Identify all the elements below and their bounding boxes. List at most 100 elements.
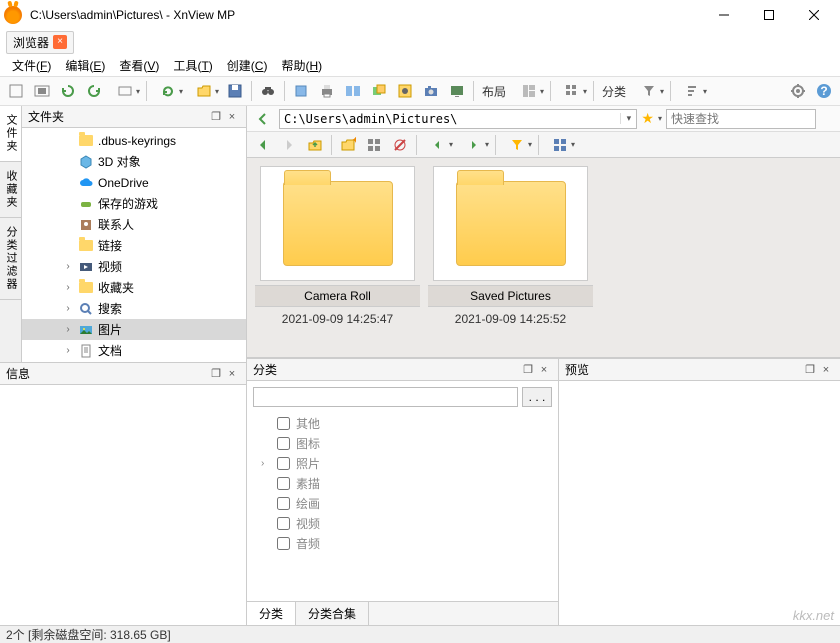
nav-next-icon[interactable] xyxy=(277,133,301,157)
tree-item[interactable]: 保存的游戏 xyxy=(22,193,246,214)
address-input[interactable] xyxy=(280,112,620,126)
category-checkbox[interactable] xyxy=(277,517,290,530)
filter-dropdown[interactable] xyxy=(500,133,534,157)
expand-icon[interactable]: › xyxy=(62,261,74,272)
folder-tree[interactable]: .dbus-keyrings3D 对象OneDrive保存的游戏联系人链接›视频… xyxy=(22,128,246,362)
category-checkbox[interactable] xyxy=(277,437,290,450)
menu-create[interactable]: 创建(C) xyxy=(221,55,274,76)
tree-item[interactable]: ›图片 xyxy=(22,319,246,340)
capture-icon[interactable] xyxy=(419,79,443,103)
category-checkbox[interactable] xyxy=(277,497,290,510)
rotate-left-icon[interactable] xyxy=(56,79,80,103)
category-item[interactable]: ›照片 xyxy=(261,453,552,473)
category-more-button[interactable]: . . . xyxy=(522,387,552,407)
sidetab-favorites[interactable]: 收藏夹 xyxy=(0,162,21,218)
convert-icon[interactable] xyxy=(367,79,391,103)
layout-dropdown[interactable] xyxy=(512,79,546,103)
grid-view-icon[interactable] xyxy=(362,133,386,157)
category-checkbox[interactable] xyxy=(277,417,290,430)
fit-image-icon[interactable] xyxy=(30,79,54,103)
category-dropdown[interactable] xyxy=(632,79,666,103)
open-dropdown[interactable] xyxy=(187,79,221,103)
print-icon[interactable] xyxy=(315,79,339,103)
category-item[interactable]: 绘画 xyxy=(261,493,552,513)
tree-item[interactable]: 3D 对象 xyxy=(22,151,246,172)
tree-item[interactable]: .dbus-keyrings xyxy=(22,130,246,151)
pane-close-icon[interactable]: × xyxy=(224,366,240,382)
maximize-button[interactable] xyxy=(746,1,791,29)
minimize-button[interactable] xyxy=(701,1,746,29)
favorite-star-icon[interactable]: ★ xyxy=(641,110,654,127)
category-item[interactable]: 视频 xyxy=(261,513,552,533)
compare-icon[interactable] xyxy=(341,79,365,103)
tree-item[interactable]: ›文档 xyxy=(22,340,246,361)
nav-back-icon[interactable] xyxy=(251,107,275,131)
category-item[interactable]: 其他 xyxy=(261,413,552,433)
expand-icon[interactable]: › xyxy=(62,303,74,314)
save-icon[interactable] xyxy=(223,79,247,103)
menu-edit[interactable]: 编辑(E) xyxy=(59,55,111,76)
history-fwd-dropdown[interactable] xyxy=(457,133,491,157)
category-item[interactable]: 图标 xyxy=(261,433,552,453)
thumbnail-item[interactable]: Saved Pictures2021-09-09 14:25:52 xyxy=(428,166,593,349)
expand-icon[interactable]: › xyxy=(62,324,74,335)
category-checkbox[interactable] xyxy=(277,477,290,490)
menu-help[interactable]: 帮助(H) xyxy=(275,55,328,76)
thumbnail-size-dropdown[interactable] xyxy=(543,133,577,157)
tab-close-icon[interactable]: × xyxy=(53,35,67,49)
history-back-dropdown[interactable] xyxy=(421,133,455,157)
batch-icon[interactable] xyxy=(393,79,417,103)
menu-tools[interactable]: 工具(T) xyxy=(167,55,218,76)
fit-window-icon[interactable] xyxy=(4,79,28,103)
doc-icon xyxy=(78,343,94,359)
category-checkbox[interactable] xyxy=(277,537,290,550)
help-icon[interactable]: ? xyxy=(812,79,836,103)
binoculars-icon[interactable] xyxy=(256,79,280,103)
tab-category[interactable]: 分类 xyxy=(247,602,296,625)
expand-icon[interactable]: › xyxy=(62,282,74,293)
tree-item[interactable]: ›收藏夹 xyxy=(22,277,246,298)
address-dropdown-icon[interactable]: ▾ xyxy=(620,113,636,124)
tree-item[interactable]: ›视频 xyxy=(22,256,246,277)
thumbnail-item[interactable]: Camera Roll2021-09-09 14:25:47 xyxy=(255,166,420,349)
tree-item[interactable]: 链接 xyxy=(22,235,246,256)
sidetab-category-filter[interactable]: 分类过滤器 xyxy=(0,218,21,300)
nav-up-icon[interactable] xyxy=(303,133,327,157)
pane-close-icon[interactable]: × xyxy=(536,362,552,378)
quick-search-input[interactable] xyxy=(666,109,816,129)
category-checkbox[interactable] xyxy=(277,457,290,470)
refresh-dropdown[interactable] xyxy=(151,79,185,103)
pane-close-icon[interactable]: × xyxy=(224,109,240,125)
tab-category-collection[interactable]: 分类合集 xyxy=(296,602,369,625)
settings-icon[interactable] xyxy=(786,79,810,103)
show-hidden-icon[interactable] xyxy=(388,133,412,157)
search-go-icon[interactable] xyxy=(820,107,836,131)
close-button[interactable] xyxy=(791,1,836,29)
view-mode-dropdown[interactable] xyxy=(555,79,589,103)
pane-popout-icon[interactable]: ❐ xyxy=(208,366,224,382)
expand-icon[interactable]: › xyxy=(62,345,74,356)
rotate-right-icon[interactable] xyxy=(82,79,106,103)
zoom-dropdown[interactable] xyxy=(108,79,142,103)
sort-dropdown[interactable] xyxy=(675,79,709,103)
tree-item[interactable]: ›搜索 xyxy=(22,298,246,319)
new-folder-icon[interactable]: ✦ xyxy=(336,133,360,157)
thumbnail-area[interactable]: Camera Roll2021-09-09 14:25:47Saved Pict… xyxy=(247,158,840,358)
tree-item[interactable]: 联系人 xyxy=(22,214,246,235)
address-combo[interactable]: ▾ xyxy=(279,109,637,129)
sidetab-folders[interactable]: 文件夹 xyxy=(0,106,21,162)
pane-popout-icon[interactable]: ❐ xyxy=(208,109,224,125)
category-item[interactable]: 音频 xyxy=(261,533,552,553)
slideshow-icon[interactable] xyxy=(445,79,469,103)
category-search-input[interactable] xyxy=(253,387,518,407)
nav-prev-icon[interactable] xyxy=(251,133,275,157)
pane-popout-icon[interactable]: ❐ xyxy=(520,362,536,378)
pane-close-icon[interactable]: × xyxy=(818,362,834,378)
pane-popout-icon[interactable]: ❐ xyxy=(802,362,818,378)
menu-file[interactable]: 文件(F) xyxy=(6,55,57,76)
category-item[interactable]: 素描 xyxy=(261,473,552,493)
menu-view[interactable]: 查看(V) xyxy=(113,55,165,76)
tree-item[interactable]: OneDrive xyxy=(22,172,246,193)
cut-icon[interactable] xyxy=(289,79,313,103)
browser-tab[interactable]: 浏览器 × xyxy=(6,31,74,54)
